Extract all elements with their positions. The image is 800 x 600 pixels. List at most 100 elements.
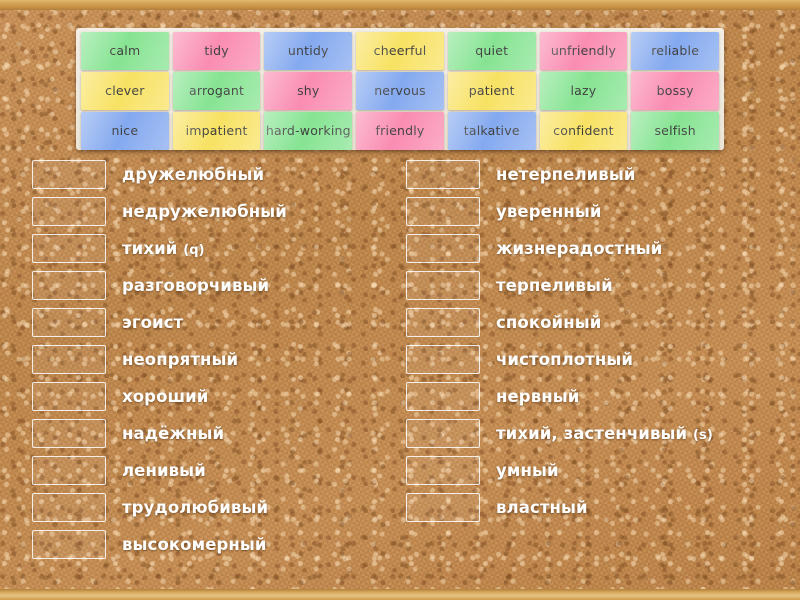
answer-label: ленивый [122, 461, 206, 480]
drop-target-left-4[interactable] [32, 271, 106, 300]
answer-column-right: нетерпеливый уверенный жизнерадостный терпе… [406, 160, 776, 530]
answer-row: властный [406, 493, 776, 522]
word-tile-reliable[interactable]: reliable [631, 32, 720, 70]
word-tile-bossy[interactable]: bossy [631, 72, 720, 110]
drop-target-left-2[interactable] [32, 197, 106, 226]
drop-target-right-6[interactable] [406, 345, 480, 374]
word-tile-arrogant[interactable]: arrogant [172, 72, 261, 110]
answer-label: уверенный [496, 202, 602, 221]
word-tile-patient[interactable]: patient [447, 72, 536, 110]
answer-text: нервный [496, 387, 580, 406]
word-tile-tray: calm tidy untidy cheerful quiet unfriendly rel… [76, 28, 724, 150]
answer-text: надёжный [122, 424, 225, 443]
answer-label: надёжный [122, 424, 224, 443]
word-tile-nervous[interactable]: nervous [356, 72, 444, 110]
answer-label: дружелюбный [122, 165, 264, 184]
answer-row: тихий (q) [32, 234, 392, 263]
answer-text: жизнерадостный [496, 239, 663, 258]
answer-label: нервный [496, 387, 579, 406]
word-tile-selfish[interactable]: selfish [631, 112, 720, 150]
answer-row: трудолюбивый [32, 493, 392, 522]
word-tile-friendly[interactable]: friendly [356, 112, 444, 150]
answer-label: хороший [122, 387, 208, 406]
answer-row: дружелюбный [32, 160, 392, 189]
answer-label: высокомерный [122, 535, 267, 554]
answer-text: хороший [122, 387, 209, 406]
answer-column-left: дружелюбный недружелюбный тихий (q) разгово… [32, 160, 392, 567]
answer-text: уверенный [496, 202, 602, 221]
word-tile-hard-working[interactable]: hard-working [264, 112, 353, 150]
answer-hint: (q) [183, 243, 205, 258]
word-tile-confident[interactable]: confident [539, 112, 628, 150]
answer-row: нетерпеливый [406, 160, 776, 189]
word-tile-nice[interactable]: nice [81, 112, 169, 150]
answer-label: чистоплотный [496, 350, 633, 369]
word-tile-quiet[interactable]: quiet [447, 32, 536, 70]
drop-target-right-1[interactable] [406, 160, 480, 189]
answer-row: разговорчивый [32, 271, 392, 300]
answer-label: спокойный [496, 313, 601, 332]
drop-target-left-5[interactable] [32, 308, 106, 337]
drop-target-left-8[interactable] [32, 419, 106, 448]
answer-label: жизнерадостный [496, 239, 662, 258]
word-tile-calm[interactable]: calm [81, 32, 169, 70]
answer-label: властный [496, 498, 588, 517]
word-tile-unfriendly[interactable]: unfriendly [539, 32, 628, 70]
drop-target-left-11[interactable] [32, 530, 106, 559]
answer-row: неопрятный [32, 345, 392, 374]
answer-text: чистоплотный [496, 350, 634, 369]
word-tile-shy[interactable]: shy [264, 72, 353, 110]
answer-label: разговорчивый [122, 276, 269, 295]
drop-target-left-10[interactable] [32, 493, 106, 522]
answer-text: эгоист [122, 313, 184, 332]
answer-label: эгоист [122, 313, 183, 332]
drop-target-right-5[interactable] [406, 308, 480, 337]
drop-target-left-7[interactable] [32, 382, 106, 411]
answer-row: нервный [406, 382, 776, 411]
answer-text: трудолюбивый [122, 498, 269, 517]
answer-row: терпеливый [406, 271, 776, 300]
drop-target-left-3[interactable] [32, 234, 106, 263]
drop-target-right-8[interactable] [406, 419, 480, 448]
drop-target-left-9[interactable] [32, 456, 106, 485]
answer-text: разговорчивый [122, 276, 270, 295]
drop-target-right-4[interactable] [406, 271, 480, 300]
drop-target-right-9[interactable] [406, 456, 480, 485]
drop-target-left-6[interactable] [32, 345, 106, 374]
answer-text: неопрятный [122, 350, 239, 369]
word-tile-impatient[interactable]: impatient [172, 112, 261, 150]
answer-row: уверенный [406, 197, 776, 226]
answer-label: нетерпеливый [496, 165, 636, 184]
answer-row: высокомерный [32, 530, 392, 559]
answer-row: надёжный [32, 419, 392, 448]
word-tile-talkative[interactable]: talkative [447, 112, 536, 150]
drop-target-right-3[interactable] [406, 234, 480, 263]
word-tile-untidy[interactable]: untidy [264, 32, 353, 70]
answer-text: умный [496, 461, 559, 480]
tile-row: calm tidy untidy cheerful quiet unfriendly rel… [79, 32, 721, 70]
answer-row: хороший [32, 382, 392, 411]
answer-hint: (s) [693, 428, 713, 443]
answer-row: тихий, застенчивый (s) [406, 419, 776, 448]
word-tile-cheerful[interactable]: cheerful [356, 32, 444, 70]
drop-target-right-10[interactable] [406, 493, 480, 522]
drop-target-right-7[interactable] [406, 382, 480, 411]
answer-row: спокойный [406, 308, 776, 337]
answer-text: тихий, застенчивый [496, 424, 694, 443]
word-tile-tidy[interactable]: tidy [172, 32, 261, 70]
drop-target-right-2[interactable] [406, 197, 480, 226]
drop-target-left-1[interactable] [32, 160, 106, 189]
answer-label: умный [496, 461, 559, 480]
word-tile-clever[interactable]: clever [81, 72, 169, 110]
answer-label: неопрятный [122, 350, 238, 369]
answer-text: спокойный [496, 313, 602, 332]
answer-row: чистоплотный [406, 345, 776, 374]
answer-label: трудолюбивый [122, 498, 268, 517]
answer-text: терпеливый [496, 276, 613, 295]
board-frame-bottom [0, 589, 800, 600]
answer-text: властный [496, 498, 588, 517]
word-tile-lazy[interactable]: lazy [539, 72, 628, 110]
answer-text: дружелюбный [122, 165, 265, 184]
answer-row: ленивый [32, 456, 392, 485]
answer-label: тихий, застенчивый (s) [496, 424, 713, 443]
